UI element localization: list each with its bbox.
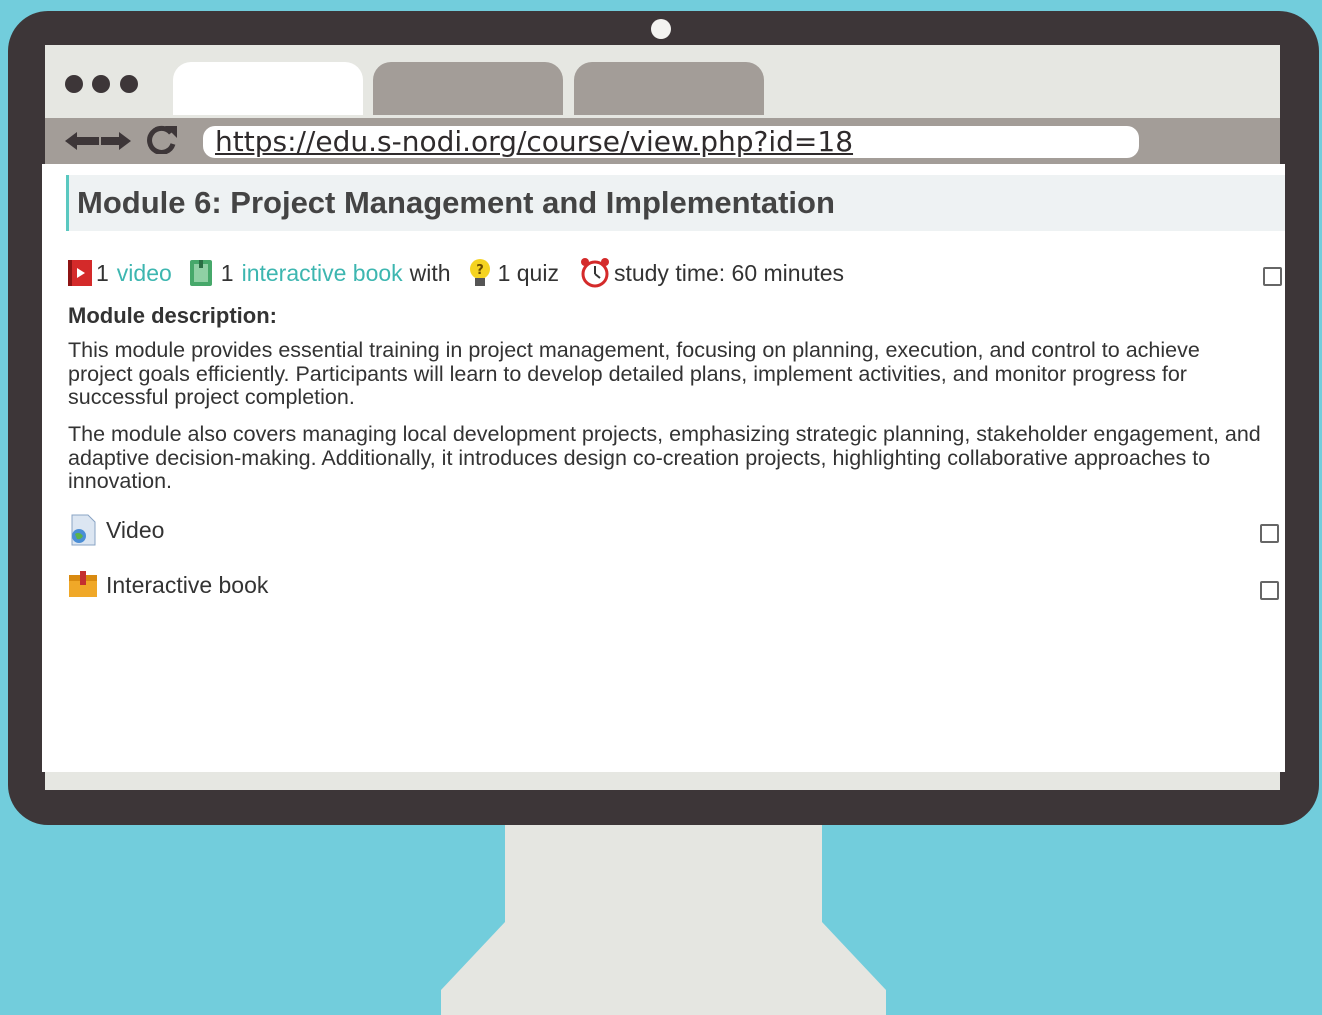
study-time: study time: 60 minutes	[613, 259, 845, 286]
activity-interactive-book[interactable]: Interactive book	[68, 571, 268, 599]
arrow-left-icon[interactable]	[65, 130, 99, 160]
svg-text:?: ?	[476, 263, 484, 278]
activity-video[interactable]: Video	[68, 514, 164, 546]
activity-video-label[interactable]: Video	[106, 517, 164, 544]
book-package-icon	[69, 571, 97, 597]
tab-2[interactable]	[373, 62, 563, 115]
video-file-icon	[71, 514, 96, 546]
video-link[interactable]: video	[117, 260, 172, 287]
completion-checkbox-book[interactable]	[1260, 581, 1279, 600]
completion-checkbox-module[interactable]	[1263, 267, 1282, 286]
activity-book-label[interactable]: Interactive book	[106, 572, 268, 599]
window-dot-3	[120, 75, 138, 93]
interactive-book-icon	[189, 260, 212, 286]
tab-active[interactable]	[173, 62, 363, 115]
address-bar: https://edu.s-nodi.org/course/view.php?i…	[45, 118, 1280, 164]
monitor-base	[441, 922, 886, 1015]
url-field[interactable]: https://edu.s-nodi.org/course/view.php?i…	[203, 126, 1139, 158]
description-heading: Module description:	[68, 303, 277, 328]
book-count: 1	[220, 259, 234, 286]
module-title: Module 6: Project Management and Impleme…	[77, 185, 835, 220]
video-count: 1	[96, 259, 109, 286]
lightbulb-icon: ?	[469, 259, 490, 286]
module-summary: 1 video 1 interactive book with ? 1 quiz	[67, 258, 844, 288]
module-header: Module 6: Project Management and Impleme…	[66, 175, 1285, 231]
alarm-clock-icon	[580, 258, 609, 288]
description-paragraph-1: This module provides essential training …	[68, 338, 1200, 409]
description-paragraph-2: The module also covers managing local de…	[68, 422, 1261, 493]
reload-icon[interactable]	[145, 124, 179, 154]
tab-3[interactable]	[574, 62, 764, 115]
completion-checkbox-video[interactable]	[1260, 524, 1279, 543]
with-text: with	[409, 259, 451, 286]
monitor-stand	[505, 820, 822, 930]
page-blank-area	[45, 612, 1285, 772]
interactive-book-link[interactable]: interactive book	[242, 260, 403, 287]
video-icon	[68, 260, 92, 286]
window-dot-1	[65, 75, 83, 93]
camera-icon	[651, 19, 671, 39]
window-dot-2	[92, 75, 110, 93]
arrow-right-icon[interactable]	[101, 130, 131, 160]
quiz-count: 1 quiz	[497, 259, 559, 286]
